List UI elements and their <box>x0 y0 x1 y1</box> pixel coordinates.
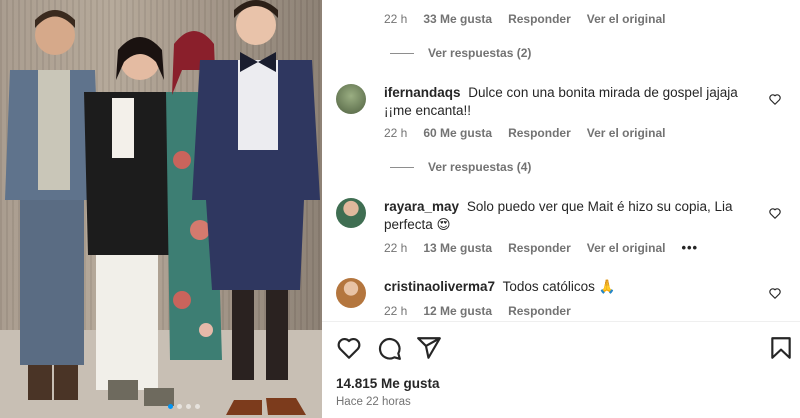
view-replies-label: Ver respuestas (2) <box>428 46 532 60</box>
replies-divider-line <box>390 52 414 54</box>
comment-time: 22 h <box>384 12 408 26</box>
comment-username[interactable]: cristinaoliverma7 <box>384 279 495 294</box>
comment-username[interactable]: rayara_may <box>384 199 459 214</box>
comments-panel[interactable]: 22 h 33 Me gusta Responder Ver el origin… <box>322 0 800 418</box>
comment-time: 22 h <box>384 304 408 318</box>
comment-meta: 22 h 13 Me gusta Responder Ver el origin… <box>384 240 698 255</box>
carousel-dot <box>177 404 182 409</box>
post-photo[interactable] <box>0 0 322 418</box>
see-original-button[interactable]: Ver el original <box>587 126 666 140</box>
comment-item: rayara_may Solo puedo ver que Mait é hiz… <box>336 198 781 238</box>
reply-button[interactable]: Responder <box>508 126 571 140</box>
carousel-dot <box>186 404 191 409</box>
post-timestamp: Hace 22 horas <box>336 396 411 408</box>
photo-people-illustration <box>5 0 320 415</box>
view-replies-label: Ver respuestas (4) <box>428 160 532 174</box>
comment-meta: 22 h 12 Me gusta Responder <box>384 304 571 318</box>
avatar[interactable] <box>336 84 366 114</box>
comment-text: Todos católicos 🙏 <box>502 279 616 294</box>
see-original-button[interactable]: Ver el original <box>587 12 666 26</box>
carousel-dot <box>195 404 200 409</box>
comment-text-block: cristinaoliverma7 Todos católicos 🙏 <box>384 278 762 296</box>
reply-button[interactable]: Responder <box>508 241 571 255</box>
comment-likes[interactable]: 13 Me gusta <box>423 241 492 255</box>
avatar[interactable] <box>336 198 366 228</box>
heart-icon[interactable] <box>768 286 782 300</box>
comment-time: 22 h <box>384 240 408 255</box>
comment-meta: 22 h 33 Me gusta Responder Ver el origin… <box>384 12 665 26</box>
comment-text-block: ifernandaqs Dulce con una bonita mirada … <box>384 84 762 120</box>
reply-button[interactable]: Responder <box>508 12 571 26</box>
comment-likes[interactable]: 12 Me gusta <box>423 304 492 318</box>
comment-meta: 22 h 60 Me gusta Responder Ver el origin… <box>384 126 665 140</box>
post-action-bar <box>336 335 796 361</box>
avatar[interactable] <box>336 278 366 308</box>
see-original-button[interactable]: Ver el original <box>587 241 666 255</box>
like-heart-icon[interactable] <box>336 335 362 361</box>
share-icon[interactable] <box>416 335 442 361</box>
comment-username[interactable]: ifernandaqs <box>384 85 461 100</box>
person-left <box>5 10 100 400</box>
section-divider <box>322 321 800 322</box>
reply-button[interactable]: Responder <box>508 304 571 318</box>
comment-likes[interactable]: 60 Me gusta <box>423 126 492 140</box>
comment-text-block: rayara_may Solo puedo ver que Mait é hiz… <box>384 198 762 234</box>
comment-time: 22 h <box>384 126 408 140</box>
carousel-dot <box>168 404 173 409</box>
post-like-count[interactable]: 14.815 Me gusta <box>336 376 440 391</box>
carousel-indicator <box>168 404 200 409</box>
heart-icon[interactable] <box>768 92 782 106</box>
view-replies-button[interactable]: Ver respuestas (2) <box>390 46 531 60</box>
view-replies-button[interactable]: Ver respuestas (4) <box>390 160 531 174</box>
comment-likes[interactable]: 33 Me gusta <box>423 12 492 26</box>
comment-icon[interactable] <box>376 335 402 361</box>
heart-icon[interactable] <box>768 206 782 220</box>
comment-item: ifernandaqs Dulce con una bonita mirada … <box>336 84 781 154</box>
more-options-icon[interactable]: ••• <box>681 240 698 255</box>
replies-divider-line <box>390 166 414 168</box>
bookmark-icon[interactable] <box>768 335 794 361</box>
